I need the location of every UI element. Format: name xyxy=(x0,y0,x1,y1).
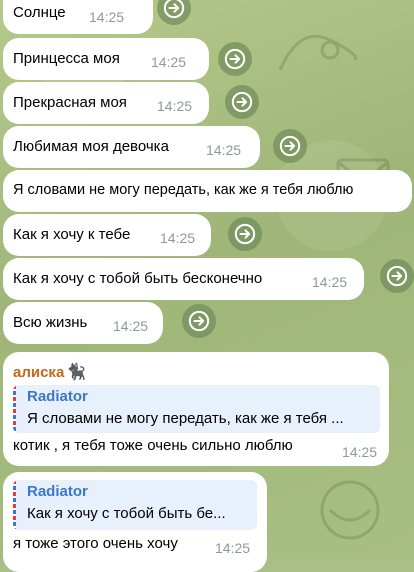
quote-stripe xyxy=(13,385,16,433)
message-text: Как я хочу с тобой быть бесконечно xyxy=(13,270,263,287)
background-doodle-icon xyxy=(320,480,380,540)
sender-name-text: алиска xyxy=(13,364,65,381)
background-doodle-icon xyxy=(278,34,358,71)
forward-arrow-icon xyxy=(163,0,185,19)
message-text: Всю жизнь xyxy=(13,314,88,331)
message-text: Любимая моя девочка xyxy=(13,138,169,155)
message-time: 14:25 xyxy=(312,274,348,290)
quote-text: Я словами не могу передать, как же я теб… xyxy=(27,410,344,427)
forward-arrow-icon xyxy=(224,48,246,70)
message-time: 14:25 xyxy=(206,142,242,158)
message-time: 14:25 xyxy=(215,540,251,556)
message-time: 14:25 xyxy=(151,54,187,70)
message-text: Как я хочу к тебе xyxy=(13,226,131,243)
quote-stripe xyxy=(13,480,16,530)
reply-message-bubble[interactable]: Radiator Как я хочу с тобой быть бе... я… xyxy=(3,472,267,572)
reply-quote[interactable]: Radiator Как я хочу с тобой быть бе... xyxy=(13,480,257,530)
forward-button[interactable] xyxy=(273,129,307,163)
message-bubble[interactable]: Прекрасная моя 14:25 xyxy=(3,82,209,124)
message-text: Прекрасная моя xyxy=(13,94,127,111)
forward-arrow-icon xyxy=(188,310,210,332)
message-bubble[interactable]: Любимая моя девочка 14:25 xyxy=(3,126,260,168)
forward-button[interactable] xyxy=(225,85,259,119)
forward-button[interactable] xyxy=(182,304,216,338)
cat-emoji-icon: 🐈‍⬛ xyxy=(66,364,87,381)
message-bubble[interactable]: Как я хочу с тобой быть бесконечно 14:25 xyxy=(3,258,364,300)
message-bubble[interactable]: Солнце 14:25 xyxy=(3,0,153,34)
quote-sender: Radiator xyxy=(27,388,88,405)
message-bubble[interactable]: Как я хочу к тебе 14:25 xyxy=(3,214,211,256)
forward-arrow-icon xyxy=(231,91,253,113)
forward-arrow-icon xyxy=(279,135,301,157)
message-time: 14:25 xyxy=(157,98,193,114)
message-bubble[interactable]: Принцесса моя 14:25 xyxy=(3,38,209,80)
forward-arrow-icon xyxy=(234,223,256,245)
quote-sender: Radiator xyxy=(27,483,88,500)
sender-name[interactable]: алиска 🐈‍⬛ xyxy=(13,362,86,382)
quote-text: Как я хочу с тобой быть бе... xyxy=(27,505,226,522)
message-text: Принцесса моя xyxy=(13,50,120,67)
forward-button[interactable] xyxy=(218,42,252,76)
message-text: Я словами не могу передать, как же я теб… xyxy=(13,182,354,198)
reply-quote[interactable]: Radiator Я словами не могу передать, как… xyxy=(13,385,380,433)
message-bubble[interactable]: Всю жизнь 14:25 xyxy=(3,302,163,344)
message-text: я тоже этого очень хочу xyxy=(13,535,178,552)
message-time: 14:25 xyxy=(342,444,378,460)
message-time: 14:25 xyxy=(89,9,125,25)
forward-arrow-icon xyxy=(386,265,408,287)
message-text: Солнце xyxy=(13,4,66,21)
message-time: 14:25 xyxy=(160,230,196,246)
message-text: котик , я тебя тоже очень сильно люблю xyxy=(13,437,293,454)
message-time: 14:25 xyxy=(113,318,149,334)
forward-button[interactable] xyxy=(228,217,262,251)
forward-button[interactable] xyxy=(380,259,414,293)
message-bubble[interactable]: Я словами не могу передать, как же я теб… xyxy=(3,170,412,212)
reply-message-bubble[interactable]: алиска 🐈‍⬛ Radiator Я словами не могу пер… xyxy=(3,352,389,466)
